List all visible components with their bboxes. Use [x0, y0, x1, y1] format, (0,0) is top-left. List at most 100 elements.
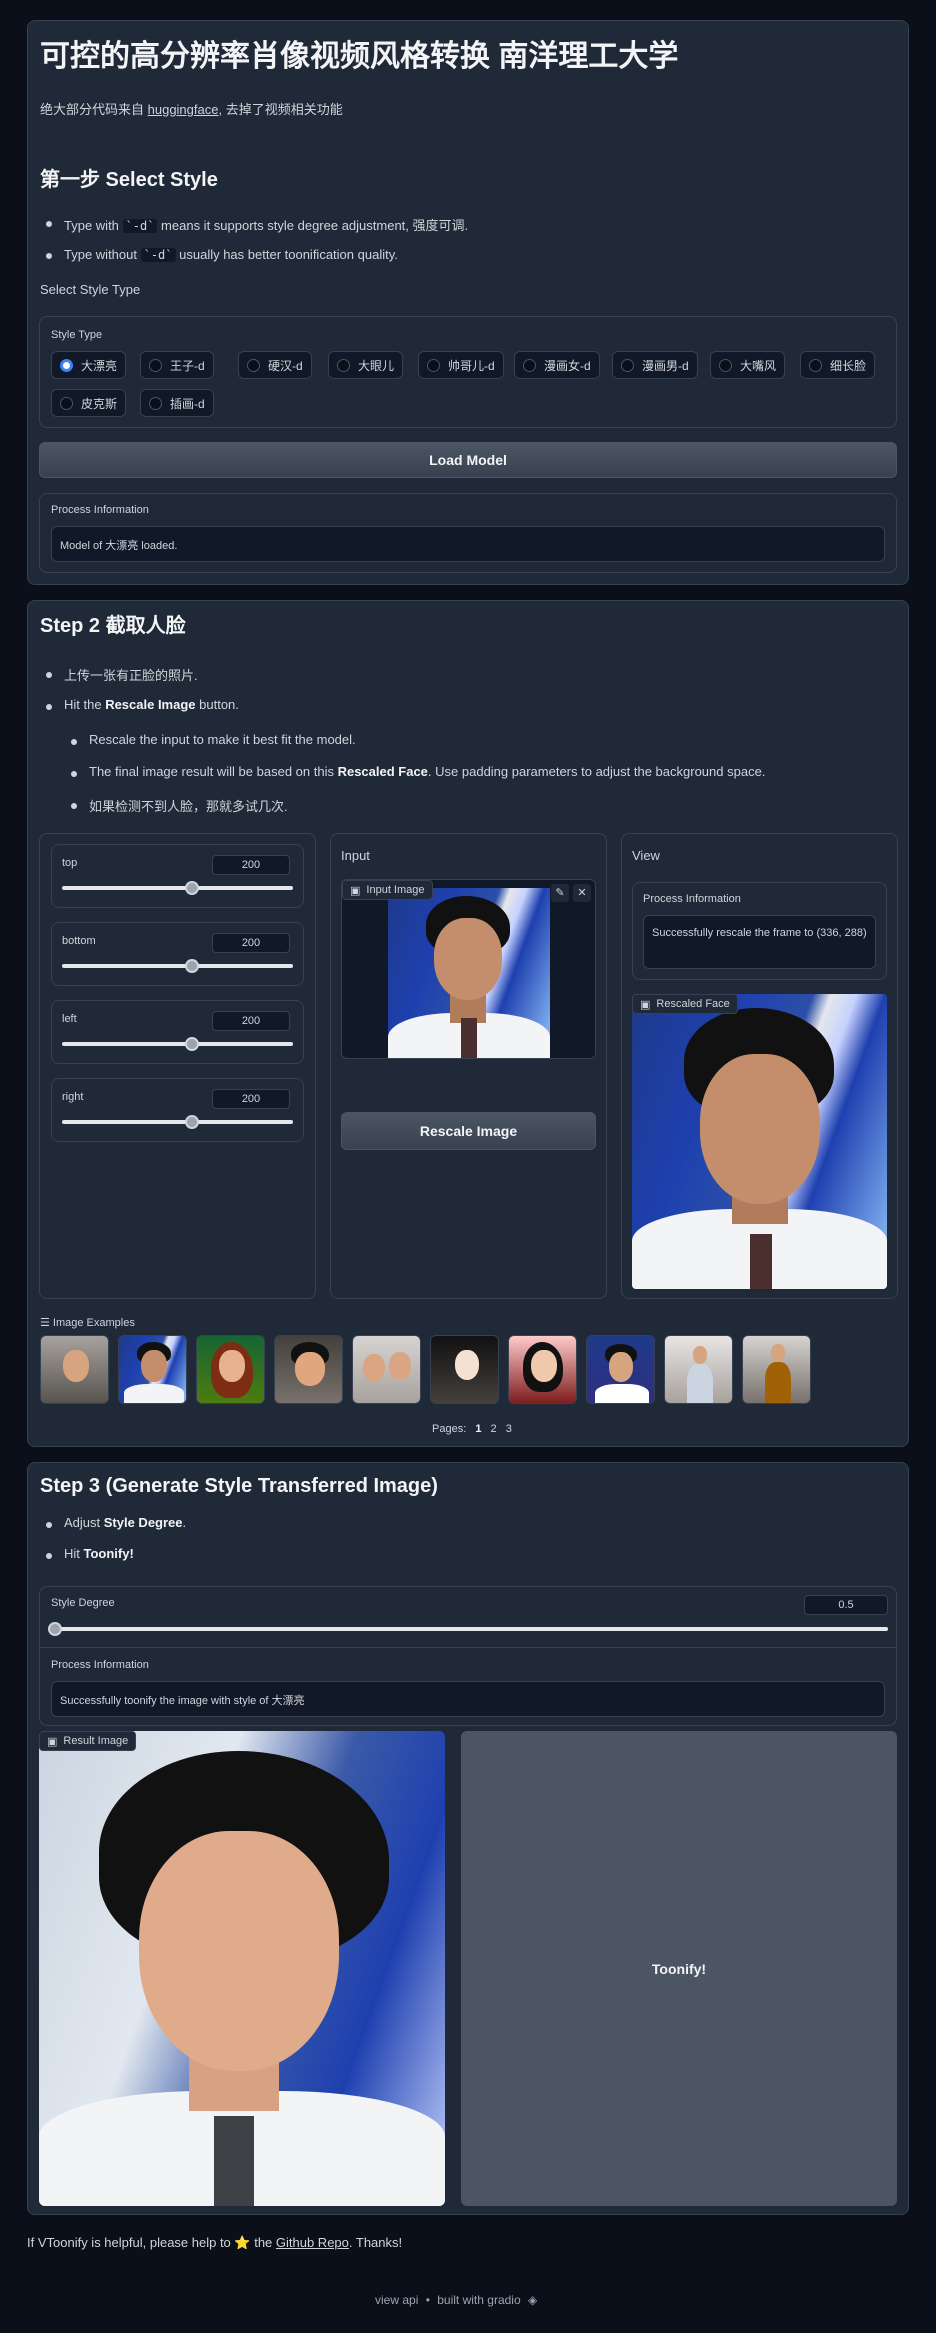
process-info-label: Process Information [51, 504, 149, 516]
bullet-dot [46, 672, 52, 678]
step3-bullet-1: Adjust Style Degree. [64, 1515, 187, 1530]
bullet-dot [46, 1522, 52, 1528]
style-option-7[interactable]: 大嘴风 [710, 351, 786, 379]
radio-icon [427, 358, 440, 372]
radio-icon [149, 396, 162, 410]
style-option-8[interactable]: 细长脸 [800, 351, 876, 379]
style-option-3[interactable]: 大眼儿 [328, 351, 404, 379]
bullet-dot [46, 221, 52, 227]
github-repo-link[interactable]: Github Repo [276, 2235, 349, 2250]
footer-note: If VToonify is helpful, please help to ⭐… [27, 2235, 403, 2250]
style-option-2[interactable]: 硬汉-d [238, 351, 312, 379]
style-option-5[interactable]: 漫画女-d [514, 351, 600, 379]
example-thumbnail[interactable] [352, 1335, 421, 1404]
step1-heading: 第一步 Select Style [40, 169, 218, 191]
style-option-4[interactable]: 帅哥儿-d [418, 351, 504, 379]
slider-label: top [62, 857, 78, 869]
gradio-footer: view api • built with gradio ◈ [375, 2293, 538, 2307]
view-api-link[interactable]: view api [375, 2293, 418, 2307]
slider-value-input[interactable]: 200 [212, 1011, 290, 1031]
style-type-group: Style Type 大漂亮 王子-d 硬汉-d 大眼儿 帅哥儿-d 漫画女-d… [39, 316, 897, 428]
example-thumbnail[interactable] [664, 1335, 733, 1404]
example-thumbnail[interactable] [742, 1335, 811, 1404]
slider-thumb[interactable] [185, 881, 199, 895]
style-option-1[interactable]: 王子-d [140, 351, 214, 379]
bullet-dot [46, 253, 52, 259]
view-process-label: Process Information [643, 893, 741, 905]
step1-panel: 可控的高分辨率肖像视频风格转换 南洋理工大学 绝大部分代码来自 huggingf… [27, 20, 909, 585]
step2-bullet-2: Hit the Rescale Image button. [64, 697, 239, 712]
example-thumbnail[interactable] [430, 1335, 499, 1404]
pagination: Pages: 1 2 3 [432, 1423, 512, 1435]
result-image-label: ▣ Result Image [39, 1731, 137, 1751]
example-thumbnail[interactable] [274, 1335, 343, 1404]
slider-track[interactable] [62, 886, 293, 890]
slider-bottom: bottom 200 [51, 922, 304, 986]
slider-left: left 200 [51, 1000, 304, 1064]
radio-icon [149, 358, 162, 372]
divider [40, 1647, 896, 1648]
style-option-10[interactable]: 插画-d [140, 389, 214, 417]
step2-panel: Step 2 截取人脸 上传一张有正脸的照片. Hit the Rescale … [27, 600, 909, 1447]
slider-top: top 200 [51, 844, 304, 908]
step3-process-label: Process Information [51, 1659, 149, 1671]
rescaled-face-image: ▣ Rescaled Face [632, 994, 887, 1289]
huggingface-link[interactable]: huggingface [148, 102, 219, 117]
slider-label: left [62, 1013, 77, 1025]
step2-sub-3: 如果检测不到人脸，那就多试几次. [89, 799, 288, 814]
example-thumbnail[interactable] [508, 1335, 577, 1404]
step2-sub-1: Rescale the input to make it best fit th… [89, 732, 356, 747]
image-examples-label: ☰ Image Examples [40, 1317, 135, 1329]
slider-track[interactable] [62, 1042, 293, 1046]
style-option-6[interactable]: 漫画男-d [612, 351, 698, 379]
style-degree-value-input[interactable]: 0.5 [804, 1595, 888, 1615]
built-with-gradio-link[interactable]: built with gradio [437, 2293, 520, 2307]
style-degree-track[interactable] [51, 1627, 888, 1631]
slider-value-input[interactable]: 200 [212, 855, 290, 875]
slider-value-input[interactable]: 200 [212, 933, 290, 953]
slider-thumb[interactable] [185, 1115, 199, 1129]
style-degree-thumb[interactable] [48, 1622, 62, 1636]
bullet-dot [46, 1553, 52, 1559]
page-subtitle: 绝大部分代码来自 huggingface, 去掉了视频相关功能 [40, 102, 343, 117]
load-model-button[interactable]: Load Model [39, 442, 897, 478]
example-thumbnail[interactable] [586, 1335, 655, 1404]
style-option-9[interactable]: 皮克斯 [51, 389, 127, 417]
page-link-2[interactable]: 2 [491, 1423, 497, 1435]
slider-value-input[interactable]: 200 [212, 1089, 290, 1109]
list-icon: ☰ [40, 1317, 53, 1329]
input-image-dropzone[interactable]: ▣ Input Image ✎ ✕ [341, 879, 596, 1059]
slider-thumb[interactable] [185, 959, 199, 973]
style-option-0[interactable]: 大漂亮 [51, 351, 127, 379]
radio-icon [809, 358, 822, 372]
close-icon[interactable]: ✕ [573, 884, 591, 902]
radio-icon [719, 358, 732, 372]
step1-bullet-2: Type without `-d` usually has better too… [64, 247, 398, 262]
star-icon: ⭐ [234, 2235, 251, 2250]
input-image-label: ▣ Input Image [342, 880, 433, 900]
page-title: 可控的高分辨率肖像视频风格转换 南洋理工大学 [40, 40, 679, 73]
example-thumbnail[interactable] [196, 1335, 265, 1404]
view-title: View [632, 848, 660, 863]
page-link-1[interactable]: 1 [475, 1423, 481, 1435]
rescaled-face-label: ▣ Rescaled Face [632, 994, 738, 1014]
view-column: View Process Information Successfully re… [621, 833, 898, 1299]
style-type-label: Style Type [51, 329, 103, 341]
rescale-image-button[interactable]: Rescale Image [341, 1112, 596, 1150]
radio-icon [523, 358, 536, 372]
process-info-box: Process Information Model of 大漂亮 loaded. [39, 493, 897, 573]
example-thumbnail[interactable] [118, 1335, 187, 1404]
bullet-dot [46, 704, 52, 710]
view-process-box: Process Information Successfully rescale… [632, 882, 887, 980]
slider-track[interactable] [62, 1120, 293, 1124]
edit-icon[interactable]: ✎ [551, 884, 569, 902]
slider-thumb[interactable] [185, 1037, 199, 1051]
toonify-button[interactable]: Toonify! [461, 1731, 897, 2206]
example-thumbnail[interactable] [40, 1335, 109, 1404]
slider-right: right 200 [51, 1078, 304, 1142]
bullet-dot [71, 803, 77, 809]
page-link-3[interactable]: 3 [506, 1423, 512, 1435]
bullet-dot [71, 739, 77, 745]
slider-track[interactable] [62, 964, 293, 968]
radio-selected-icon [60, 358, 73, 372]
